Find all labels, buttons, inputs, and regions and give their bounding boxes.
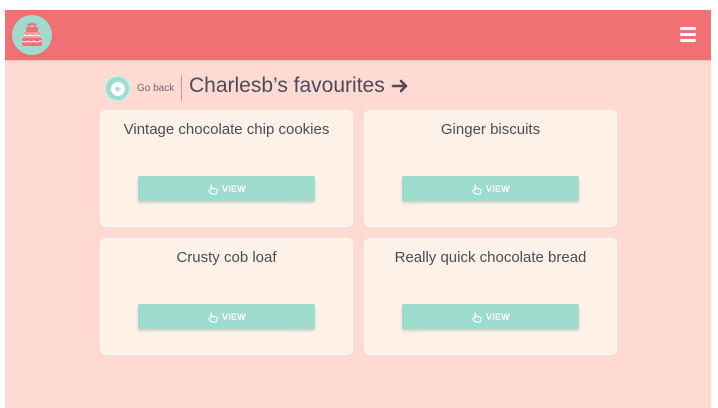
view-label: VIEW <box>485 183 511 194</box>
view-button[interactable]: VIEW <box>402 176 579 201</box>
pointer-hand-icon <box>208 312 218 323</box>
back-button[interactable] <box>104 75 131 102</box>
recipe-card: Really quick chocolate bread VIEW <box>364 238 617 355</box>
recipe-title: Ginger biscuits <box>440 121 541 138</box>
page-title: Charlesb’s favourites <box>189 74 409 98</box>
menu-bar <box>680 27 696 30</box>
arrow-right-icon[interactable] <box>391 77 409 95</box>
pointer-hand-icon <box>472 312 482 323</box>
logo[interactable] <box>12 15 52 55</box>
title-row: Go back Charlesb’s favourites <box>104 74 504 102</box>
page: Go back Charlesb’s favourites Vintage ch… <box>5 10 711 408</box>
divider <box>181 75 182 101</box>
top-navbar <box>5 10 711 60</box>
recipe-title: Vintage chocolate chip cookies <box>123 121 330 138</box>
view-label: VIEW <box>485 311 511 322</box>
view-button[interactable]: VIEW <box>138 176 315 201</box>
pointer-hand-icon <box>208 184 218 195</box>
recipe-title: Really quick chocolate bread <box>394 249 587 266</box>
hamburger-menu-icon[interactable] <box>680 27 696 42</box>
view-label: VIEW <box>221 183 247 194</box>
pointer-hand-icon <box>472 184 482 195</box>
menu-bar <box>680 39 696 42</box>
recipe-title: Crusty cob loaf <box>176 249 277 266</box>
recipe-card: Vintage chocolate chip cookies VIEW <box>100 110 353 227</box>
view-button[interactable]: VIEW <box>138 304 315 329</box>
back-label[interactable]: Go back <box>137 83 174 94</box>
page-title-text: Charlesb’s favourites <box>189 74 385 97</box>
arrow-left-icon <box>110 81 125 96</box>
recipe-card: Ginger biscuits VIEW <box>364 110 617 227</box>
view-label: VIEW <box>221 311 247 322</box>
menu-bar <box>680 33 696 36</box>
view-button[interactable]: VIEW <box>402 304 579 329</box>
recipe-card: Crusty cob loaf VIEW <box>100 238 353 355</box>
cake-icon <box>21 22 42 46</box>
